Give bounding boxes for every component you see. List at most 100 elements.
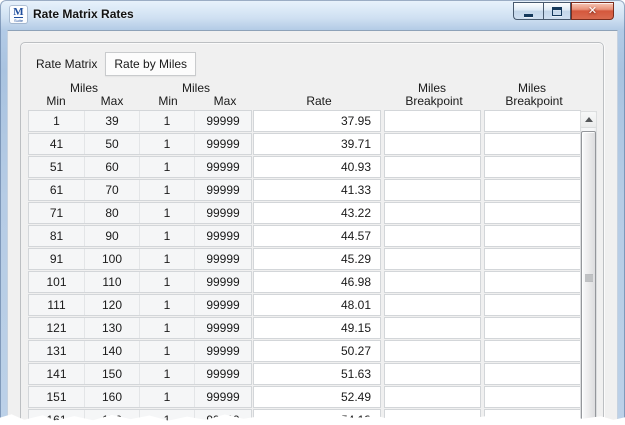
maximize-button[interactable] (543, 2, 571, 20)
cell-miles-breakpoint-2[interactable] (484, 340, 581, 362)
vertical-scrollbar[interactable] (580, 111, 597, 425)
cell-miles-max: 60 (84, 157, 139, 177)
cell-miles-breakpoint-1[interactable] (384, 133, 481, 155)
cell-miles-breakpoint-2[interactable] (484, 179, 581, 201)
table-row: 141 150 1 99999 51.63 (28, 363, 603, 385)
cell-miles2-max: 99999 (194, 111, 251, 131)
cell-rate[interactable]: 50.27 (253, 340, 381, 362)
cell-miles-min: 131 (29, 341, 84, 361)
cell-miles-breakpoint-2[interactable] (484, 225, 581, 247)
cell-miles-breakpoint-1[interactable] (384, 363, 481, 385)
scroll-up-button[interactable] (580, 111, 597, 128)
cell-miles-breakpoint-1[interactable] (384, 179, 481, 201)
cell-miles-max: 120 (84, 295, 139, 315)
cell-miles-breakpoint-2[interactable] (484, 110, 581, 132)
table-row: 61 70 1 99999 41.33 (28, 179, 603, 201)
cell-miles2-max: 99999 (194, 203, 251, 223)
cell-rate[interactable]: 45.29 (253, 248, 381, 270)
miles-range-group: 141 150 1 99999 (28, 363, 252, 385)
cell-miles-min: 61 (29, 180, 84, 200)
cell-miles-breakpoint-1[interactable] (384, 248, 481, 270)
window-controls: ✕ (513, 2, 614, 20)
cell-miles-breakpoint-1[interactable] (384, 110, 481, 132)
cell-miles-breakpoint-1[interactable] (384, 294, 481, 316)
cell-miles-min: 1 (29, 111, 84, 131)
cell-miles-breakpoint-1[interactable] (384, 156, 481, 178)
cell-miles-max: 140 (84, 341, 139, 361)
cell-miles-breakpoint-1[interactable] (384, 202, 481, 224)
cell-miles2-max: 99999 (194, 364, 251, 384)
cell-miles2-min: 1 (139, 341, 194, 361)
cell-miles-min: 41 (29, 134, 84, 154)
cell-miles-max: 160 (84, 387, 139, 407)
app-icon-subtext: Suite (14, 17, 23, 23)
cell-rate[interactable]: 48.01 (253, 294, 381, 316)
header-rate: Rate (254, 95, 384, 108)
cell-rate[interactable]: 51.63 (253, 363, 381, 385)
cell-miles-breakpoint-1[interactable] (384, 225, 481, 247)
arrow-up-icon (585, 117, 593, 122)
cell-miles-breakpoint-2[interactable] (484, 202, 581, 224)
cell-rate[interactable]: 44.57 (253, 225, 381, 247)
cell-miles2-min: 1 (139, 364, 194, 384)
scrollbar-thumb[interactable] (581, 131, 596, 425)
header-min-1: Min (28, 95, 84, 108)
cell-miles2-min: 1 (139, 134, 194, 154)
cell-miles-breakpoint-2[interactable] (484, 133, 581, 155)
cell-miles-breakpoint-1[interactable] (384, 317, 481, 339)
cell-miles-breakpoint-2[interactable] (484, 248, 581, 270)
cell-miles-breakpoint-1[interactable] (384, 271, 481, 293)
cell-miles2-min: 1 (139, 318, 194, 338)
cell-miles2-max: 99999 (194, 157, 251, 177)
minimize-button[interactable] (513, 2, 543, 20)
cell-miles2-min: 1 (139, 249, 194, 269)
cell-rate[interactable]: 41.33 (253, 179, 381, 201)
cell-miles-max: 39 (84, 111, 139, 131)
cell-miles-breakpoint-1[interactable] (384, 386, 481, 408)
cell-miles-max: 130 (84, 318, 139, 338)
title-bar[interactable]: M Suite Rate Matrix Rates ✕ (0, 0, 625, 30)
cell-miles2-max: 99999 (194, 134, 251, 154)
cell-miles2-max: 99999 (194, 318, 251, 338)
cell-rate[interactable]: 46.98 (253, 271, 381, 293)
table-header: Miles Miles Miles Miles Min Max Min Max … (28, 82, 603, 108)
cell-miles2-max: 99999 (194, 341, 251, 361)
cell-miles-max: 80 (84, 203, 139, 223)
tab-rate-by-miles[interactable]: Rate by Miles (105, 52, 196, 76)
miles-range-group: 111 120 1 99999 (28, 294, 252, 316)
maximize-icon (552, 7, 562, 16)
header-max-1: Max (84, 95, 140, 108)
miles-range-group: 41 50 1 99999 (28, 133, 252, 155)
minimize-icon (524, 14, 533, 17)
tab-rate-matrix[interactable]: Rate Matrix (28, 53, 105, 75)
cell-miles-max: 110 (84, 272, 139, 292)
window: M Suite Rate Matrix Rates ✕ Rate Matrix … (0, 0, 625, 425)
cell-rate[interactable]: 37.95 (253, 110, 381, 132)
header-min-2: Min (140, 95, 196, 108)
header-miles-group-1: Miles (28, 82, 140, 95)
cell-miles-breakpoint-2[interactable] (484, 271, 581, 293)
cell-miles-breakpoint-1[interactable] (384, 340, 481, 362)
cell-miles-breakpoint-2[interactable] (484, 363, 581, 385)
table-row: 71 80 1 99999 43.22 (28, 202, 603, 224)
cell-rate[interactable]: 40.93 (253, 156, 381, 178)
cell-rate[interactable]: 39.71 (253, 133, 381, 155)
cell-miles2-max: 99999 (194, 180, 251, 200)
cell-miles2-min: 1 (139, 295, 194, 315)
cell-miles-breakpoint-2[interactable] (484, 317, 581, 339)
close-button[interactable]: ✕ (571, 2, 614, 20)
app-icon: M Suite (10, 6, 27, 23)
cell-rate[interactable]: 52.49 (253, 386, 381, 408)
cell-miles-breakpoint-2[interactable] (484, 294, 581, 316)
cell-miles2-max: 99999 (194, 295, 251, 315)
cell-miles-max: 150 (84, 364, 139, 384)
cell-miles-breakpoint-2[interactable] (484, 386, 581, 408)
miles-range-group: 121 130 1 99999 (28, 317, 252, 339)
header-max-2: Max (196, 95, 254, 108)
cell-rate[interactable]: 43.22 (253, 202, 381, 224)
cell-miles-min: 121 (29, 318, 84, 338)
cell-rate[interactable]: 49.15 (253, 317, 381, 339)
cell-miles2-max: 99999 (194, 272, 251, 292)
table-row: 91 100 1 99999 45.29 (28, 248, 603, 270)
cell-miles-breakpoint-2[interactable] (484, 156, 581, 178)
